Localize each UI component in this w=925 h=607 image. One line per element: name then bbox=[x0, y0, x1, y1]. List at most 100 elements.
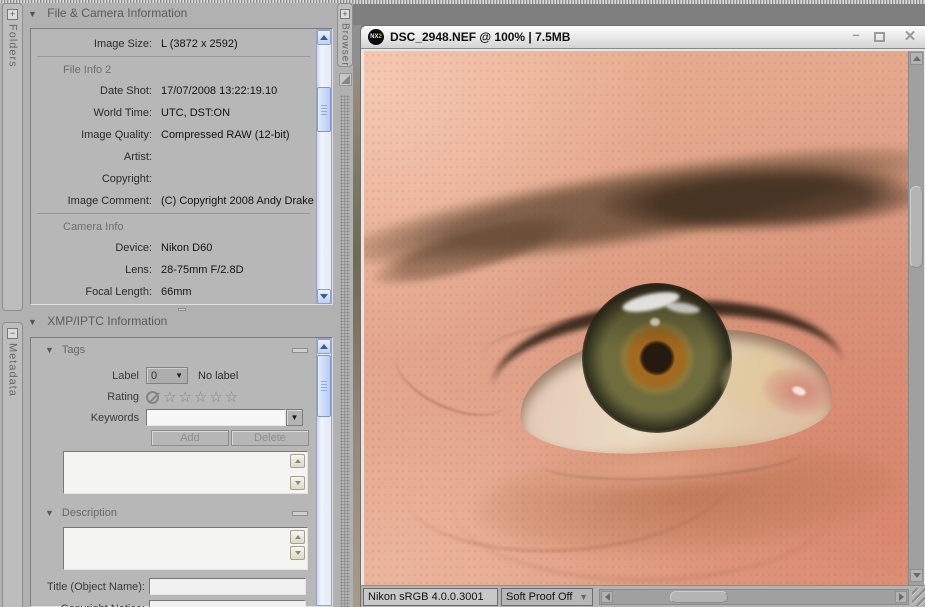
keywords-buttons-row: Add Delete bbox=[31, 430, 316, 446]
image-vertical-scrollbar[interactable] bbox=[908, 51, 924, 585]
scroll-left-button[interactable] bbox=[601, 591, 613, 603]
xmp-scrollbar[interactable] bbox=[316, 338, 332, 606]
metadata-collapse-icon[interactable]: − bbox=[7, 328, 18, 339]
metadata-value: UTC, DST:ON bbox=[161, 102, 230, 124]
copyright-field-input[interactable] bbox=[149, 600, 306, 607]
soft-proof-dropdown[interactable]: Soft Proof Off ▼ bbox=[501, 588, 593, 606]
label-dropdown[interactable]: 0 ▼ bbox=[146, 367, 188, 384]
metadata-value: 66mm bbox=[161, 281, 192, 303]
metadata-group-label: Camera Info bbox=[31, 215, 316, 237]
list-scroll-down-button[interactable] bbox=[290, 476, 305, 490]
metadata-label: Image Size: bbox=[31, 33, 161, 55]
metadata-value: 17/07/2008 13:22:19.10 bbox=[161, 80, 277, 102]
collapse-triangle-icon[interactable]: ▼ bbox=[45, 345, 54, 355]
metadata-row: Image Quality: Compressed RAW (12-bit) bbox=[31, 124, 316, 146]
dock-edge-texture[interactable] bbox=[340, 95, 350, 607]
tags-section-title: Tags bbox=[62, 344, 85, 356]
scroll-up-button[interactable] bbox=[317, 339, 331, 354]
arrow-left-icon bbox=[605, 593, 610, 601]
folders-tab[interactable]: + Folders bbox=[2, 3, 23, 311]
scroll-up-button[interactable] bbox=[317, 30, 331, 45]
photo-canvas[interactable] bbox=[364, 51, 908, 585]
metadata-row: Date Shot: 17/07/2008 13:22:19.10 bbox=[31, 80, 316, 102]
soft-proof-value: Soft Proof Off bbox=[506, 589, 572, 605]
metadata-tab[interactable]: − Metadata bbox=[2, 322, 23, 607]
arrow-down-icon bbox=[295, 481, 301, 485]
minimize-button[interactable]: – bbox=[848, 29, 864, 45]
scrollbar-thumb[interactable] bbox=[670, 591, 728, 603]
collapse-triangle-icon[interactable]: ▼ bbox=[28, 9, 37, 19]
file-camera-info-header[interactable]: ▼ File & Camera Information bbox=[28, 6, 187, 24]
arrow-up-icon bbox=[295, 535, 301, 539]
skin-crease bbox=[452, 429, 834, 581]
label-caption: Label bbox=[31, 370, 146, 382]
scrollbar-thumb[interactable] bbox=[317, 87, 331, 132]
no-rating-icon[interactable] bbox=[146, 391, 159, 404]
description-section-title: Description bbox=[62, 507, 117, 519]
window-resize-grip-icon[interactable] bbox=[912, 588, 925, 606]
arrow-down-icon bbox=[295, 551, 301, 555]
copyright-field-label: Copyright Notice: bbox=[31, 603, 149, 607]
metadata-label: Device: bbox=[31, 237, 161, 259]
tags-section-header[interactable]: ▼ Tags bbox=[31, 342, 316, 358]
desc-scroll-up-button[interactable] bbox=[290, 530, 305, 544]
rating-row: Rating ☆☆☆☆☆ bbox=[31, 388, 316, 406]
separator bbox=[37, 213, 310, 214]
title-field-input[interactable] bbox=[149, 578, 306, 595]
file-camera-info-title: File & Camera Information bbox=[47, 6, 187, 20]
scroll-right-button[interactable] bbox=[895, 591, 907, 603]
scroll-down-button[interactable] bbox=[317, 289, 331, 304]
dock-resize-grip-icon[interactable] bbox=[339, 73, 352, 86]
metadata-group-label: File Info 2 bbox=[31, 58, 316, 80]
metadata-value: Nikon D60 bbox=[161, 237, 212, 259]
folders-expand-icon[interactable]: + bbox=[7, 9, 18, 20]
metadata-label: Artist: bbox=[31, 146, 161, 168]
keywords-list-area[interactable] bbox=[63, 451, 308, 494]
keywords-input[interactable] bbox=[146, 409, 286, 426]
collapse-triangle-icon[interactable]: ▼ bbox=[45, 508, 54, 518]
label-row: Label 0 ▼ No label bbox=[31, 367, 316, 384]
file-info-scrollbar[interactable] bbox=[316, 29, 332, 304]
desc-scroll-down-button[interactable] bbox=[290, 546, 305, 560]
browser-expand-icon[interactable]: + bbox=[340, 9, 350, 19]
arrow-down-icon bbox=[913, 573, 921, 578]
description-section-header[interactable]: ▼ Description bbox=[31, 505, 316, 521]
browser-tab[interactable]: + Browser bbox=[337, 3, 353, 67]
collapse-triangle-icon[interactable]: ▼ bbox=[28, 317, 37, 327]
close-button[interactable]: ✕ bbox=[901, 29, 919, 45]
xmp-iptc-header[interactable]: ▼ XMP/IPTC Information bbox=[28, 314, 167, 332]
list-scroll-up-button[interactable] bbox=[290, 454, 305, 468]
minimize-section-icon[interactable] bbox=[292, 511, 308, 516]
description-text-area[interactable] bbox=[63, 527, 308, 570]
title-field-row: Title (Object Name): bbox=[31, 578, 316, 595]
eye-reflection bbox=[650, 318, 660, 326]
browser-tab-label: Browser bbox=[340, 23, 351, 67]
metadata-label: Focal Length: bbox=[31, 281, 161, 303]
metadata-row: Image Size: L (3872 x 2592) bbox=[31, 33, 316, 55]
image-horizontal-scrollbar[interactable] bbox=[599, 589, 909, 605]
title-field-label: Title (Object Name): bbox=[31, 581, 149, 593]
arrow-right-icon bbox=[899, 593, 904, 601]
scroll-down-button[interactable] bbox=[910, 569, 923, 582]
file-camera-info-box: Image Size: L (3872 x 2592) File Info 2 … bbox=[30, 28, 333, 305]
arrow-up-icon bbox=[320, 35, 328, 40]
keywords-dropdown-button[interactable]: ▼ bbox=[286, 409, 303, 426]
chevron-down-icon: ▼ bbox=[175, 371, 183, 380]
add-button[interactable]: Add bbox=[151, 430, 229, 446]
scrollbar-thumb[interactable] bbox=[317, 355, 331, 417]
minimize-section-icon[interactable] bbox=[292, 348, 308, 353]
arrow-up-icon bbox=[295, 459, 301, 463]
scroll-up-button[interactable] bbox=[910, 52, 923, 65]
metadata-row: Lens: 28-75mm F/2.8D bbox=[31, 259, 316, 281]
rating-stars[interactable]: ☆☆☆☆☆ bbox=[163, 391, 240, 404]
delete-button[interactable]: Delete bbox=[231, 430, 309, 446]
image-window-titlebar[interactable]: NX2 DSC_2948.NEF @ 100% | 7.5MB bbox=[361, 26, 925, 49]
arrow-up-icon bbox=[320, 344, 328, 349]
folders-tab-label: Folders bbox=[7, 24, 19, 68]
maximize-button[interactable] bbox=[871, 29, 887, 45]
scrollbar-thumb[interactable] bbox=[910, 186, 923, 268]
chevron-down-icon: ▼ bbox=[579, 589, 588, 605]
panel-splitter[interactable] bbox=[30, 307, 333, 313]
keywords-caption: Keywords bbox=[31, 412, 146, 424]
metadata-label: Image Comment: bbox=[31, 190, 161, 212]
